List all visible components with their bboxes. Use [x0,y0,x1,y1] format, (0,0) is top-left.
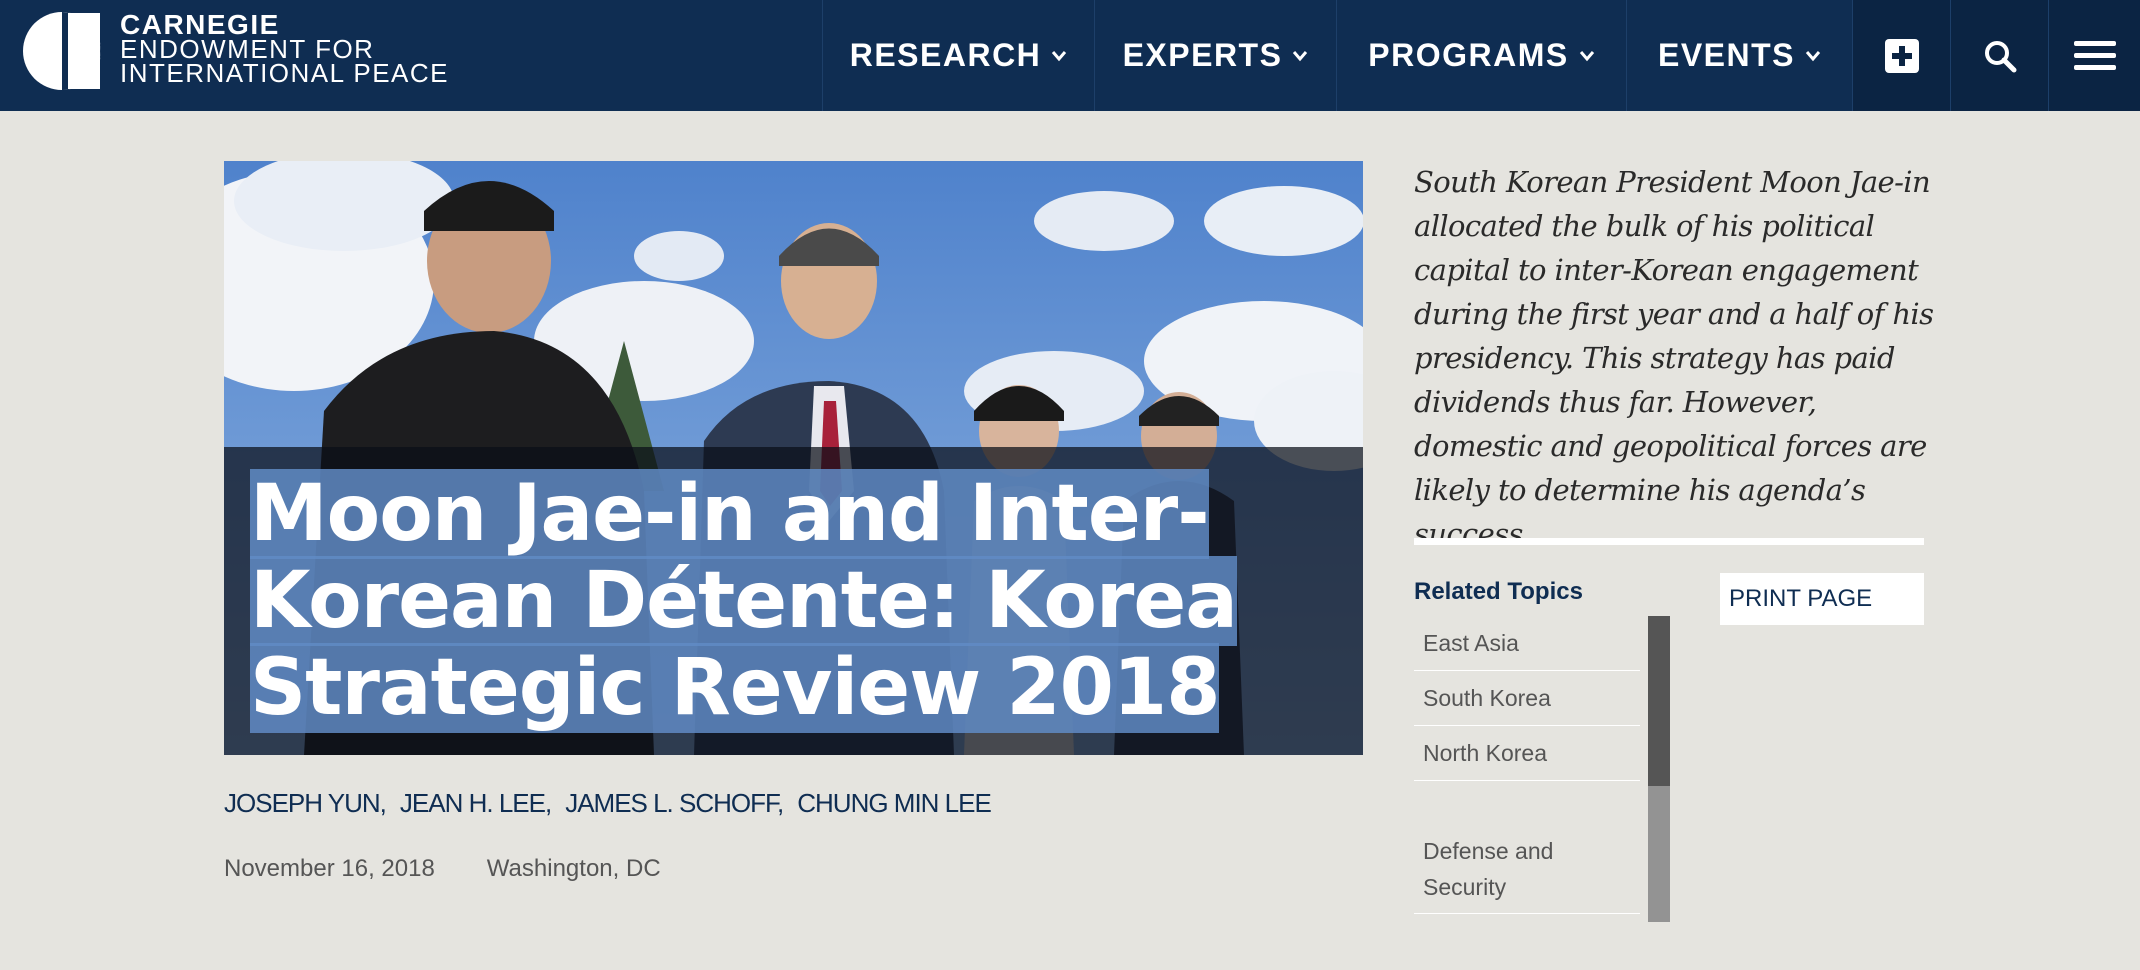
main-nav: RESEARCH EXPERTS PROGRAMS EVENTS [822,0,2140,111]
hero-image: Moon Jae-in and Inter- Korean Détente: Ko… [224,161,1363,755]
topics-scrollbar[interactable] [1648,616,1670,922]
nav-experts[interactable]: EXPERTS [1094,0,1336,111]
print-page-button[interactable]: PRINT PAGE [1720,573,1924,625]
topic-link-north-korea[interactable]: North Korea [1414,726,1640,781]
chevron-down-icon [1052,50,1067,61]
site-header: CARNEGIE ENDOWMENT FOR INTERNATIONAL PEA… [0,0,2140,111]
author-link[interactable]: CHUNG MIN LEE [797,788,992,819]
chevron-down-icon [1579,50,1594,61]
publish-date: November 16, 2018 [224,855,435,882]
nav-experts-label: EXPERTS [1122,37,1283,73]
article-title: Moon Jae-in and Inter- Korean Détente: Ko… [250,469,1330,733]
nav-research[interactable]: RESEARCH [822,0,1094,111]
author-list: JOSEPH YUN, JEAN H. LEE, JAMES L. SCHOFF… [224,788,1005,819]
nav-events[interactable]: EVENTS [1626,0,1852,111]
scrollbar-thumb[interactable] [1648,616,1670,786]
author-link[interactable]: JAMES L. SCHOFF, [565,788,784,819]
add-button[interactable] [1852,0,1950,111]
nav-research-label: RESEARCH [849,37,1042,73]
author-link[interactable]: JEAN H. LEE, [400,788,552,819]
nav-programs[interactable]: PROGRAMS [1336,0,1626,111]
title-line-2: Korean Détente: Korea [250,556,1238,646]
menu-button[interactable] [2048,0,2140,111]
chevron-down-icon [1293,50,1308,61]
logo-line-3: INTERNATIONAL PEACE [120,58,449,88]
search-button[interactable] [1950,0,2048,111]
title-line-3: Strategic Review 2018 [250,643,1220,733]
article-summary: South Korean President Moon Jae-in alloc… [1414,165,1934,551]
author-link[interactable]: JOSEPH YUN, [224,788,387,819]
title-line-1: Moon Jae-in and Inter- [250,469,1210,559]
chevron-down-icon [1805,50,1821,61]
topic-link-south-korea[interactable]: South Korea [1414,671,1640,726]
related-topics-heading: Related Topics [1414,578,1583,605]
publish-location: Washington, DC [486,855,661,882]
topic-link-defense-security[interactable]: Defense and Security [1414,829,1640,914]
search-icon [1984,40,2016,72]
logo-wordmark: CARNEGIE ENDOWMENT FOR INTERNATIONAL PEA… [120,11,449,88]
divider [1414,538,1924,545]
topic-link-east-asia[interactable]: East Asia [1414,616,1640,671]
nav-programs-label: PROGRAMS [1368,37,1569,73]
carnegie-logo-icon [23,12,101,90]
plus-icon [1884,38,1919,73]
nav-events-label: EVENTS [1657,37,1796,73]
related-topics-list: East Asia South Korea North Korea Defens… [1414,616,1640,914]
carnegie-logo[interactable]: CARNEGIE ENDOWMENT FOR INTERNATIONAL PEA… [22,11,449,91]
menu-icon [2073,40,2116,70]
article-meta: November 16, 2018 Washington, DC [224,855,661,883]
